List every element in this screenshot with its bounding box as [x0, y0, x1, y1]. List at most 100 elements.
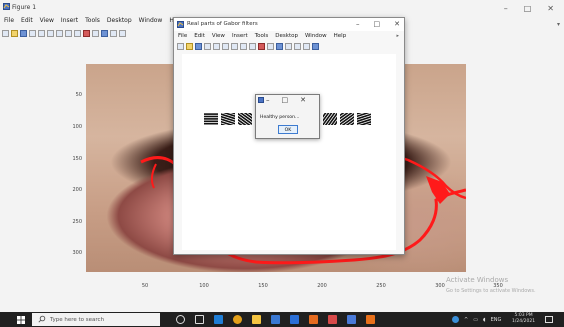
gabor-filter-patch [323, 113, 337, 125]
taskbar-clock[interactable]: 5:03 PM 1/24/2021 [512, 313, 535, 324]
print-icon[interactable] [29, 29, 36, 37]
windows-start-icon[interactable] [17, 316, 25, 324]
search-placeholder: Type here to search [50, 317, 105, 323]
brush-icon[interactable] [267, 43, 274, 50]
chrome-icon[interactable] [233, 315, 242, 324]
rotate-icon[interactable] [74, 29, 81, 37]
show-plot-tools-icon[interactable] [312, 43, 319, 50]
system-tray: ^ ▭ ◖ ENG [452, 316, 501, 323]
menu-insert[interactable]: Insert [232, 33, 248, 39]
message-dialog: – □ ✕ Healthy person... OK [255, 94, 320, 139]
colorbar-icon[interactable] [110, 29, 117, 37]
menu-edit[interactable]: Edit [21, 17, 33, 24]
new-figure-icon[interactable] [177, 43, 184, 50]
edge-icon[interactable] [214, 315, 223, 324]
chevron-up-icon[interactable]: ^ [464, 317, 468, 323]
battery-icon[interactable]: ▭ [473, 317, 478, 323]
menu-help[interactable]: Help [334, 33, 347, 39]
figure-toolbar [2, 28, 126, 38]
data-cursor-icon[interactable] [83, 29, 90, 37]
figure-canvas [182, 54, 396, 250]
pan-icon[interactable] [240, 43, 247, 50]
menu-file[interactable]: File [178, 33, 187, 39]
menu-view[interactable]: View [212, 33, 225, 39]
edit-plot-icon[interactable] [38, 29, 45, 37]
y-tick-label: 150 [72, 156, 82, 162]
colorbar-icon[interactable] [285, 43, 292, 50]
print-icon[interactable] [204, 43, 211, 50]
close-button[interactable]: ✕ [394, 20, 400, 28]
save-icon[interactable] [195, 43, 202, 50]
menu-view[interactable]: View [40, 17, 54, 24]
language-indicator[interactable]: ENG [491, 317, 502, 323]
hide-plot-tools-icon[interactable] [303, 43, 310, 50]
x-tick-label: 50 [141, 283, 149, 289]
menu-window[interactable]: Window [139, 17, 163, 24]
link-plot-icon[interactable] [101, 29, 108, 37]
zoom-in-icon[interactable] [222, 43, 229, 50]
minimize-button[interactable]: – [266, 96, 270, 104]
gabor-filter-patch [340, 113, 354, 125]
legend-icon[interactable] [294, 43, 301, 50]
store-icon[interactable] [271, 315, 280, 324]
legend-icon[interactable] [119, 29, 126, 37]
maximize-button[interactable]: □ [282, 96, 289, 104]
minimize-button[interactable]: – [504, 4, 508, 13]
word-icon[interactable] [290, 315, 299, 324]
volume-icon[interactable]: ◖ [483, 317, 486, 323]
close-button[interactable]: ✕ [300, 96, 306, 104]
open-file-icon[interactable] [11, 29, 18, 37]
zoom-out-icon[interactable] [56, 29, 63, 37]
matlab-figure-icon [177, 21, 184, 28]
y-tick-label: 100 [72, 124, 82, 130]
menu-edit[interactable]: Edit [194, 33, 205, 39]
figure-toolbar [177, 43, 319, 50]
toolbar-expand-icon[interactable]: ▾ [557, 21, 560, 28]
menu-desktop[interactable]: Desktop [107, 17, 132, 24]
task-view-icon[interactable] [195, 315, 204, 324]
toolbar-expand-icon[interactable]: ▸ [396, 33, 399, 39]
app-icon[interactable] [328, 315, 337, 324]
zoom-out-icon[interactable] [231, 43, 238, 50]
gabor-filter-patch [221, 113, 235, 125]
menu-bar: File Edit View Insert Tools Desktop Wind… [178, 33, 346, 39]
activate-windows-hint: Go to Settings to activate Windows. [446, 288, 536, 294]
pan-icon[interactable] [65, 29, 72, 37]
menu-window[interactable]: Window [305, 33, 327, 39]
brush-icon[interactable] [92, 29, 99, 37]
new-figure-icon[interactable] [2, 29, 9, 37]
menu-insert[interactable]: Insert [61, 17, 78, 24]
dialog-message: Healthy person... [260, 115, 300, 120]
maximize-button[interactable]: □ [524, 4, 532, 13]
link-plot-icon[interactable] [276, 43, 283, 50]
notification-icon[interactable] [545, 316, 553, 323]
menu-tools[interactable]: Tools [85, 17, 100, 24]
open-file-icon[interactable] [186, 43, 193, 50]
save-icon[interactable] [20, 29, 27, 37]
menu-tools[interactable]: Tools [255, 33, 269, 39]
network-status-icon[interactable] [452, 316, 459, 323]
gabor-filter-patch [238, 113, 252, 125]
x-tick-label: 100 [199, 283, 209, 289]
y-tick-label: 250 [72, 219, 82, 225]
matlab-figure-icon [258, 97, 264, 103]
menu-file[interactable]: File [4, 17, 14, 24]
file-explorer-icon[interactable] [252, 315, 261, 324]
menu-bar: File Edit View Insert Tools Desktop Wind… [4, 17, 183, 24]
maximize-button[interactable]: □ [374, 20, 381, 28]
menu-desktop[interactable]: Desktop [275, 33, 298, 39]
gabor-filter-patch [204, 113, 218, 125]
photos-icon[interactable] [347, 315, 356, 324]
vlc-icon[interactable] [309, 315, 318, 324]
minimize-button[interactable]: – [356, 20, 360, 28]
close-button[interactable]: ✕ [547, 4, 554, 13]
ok-button[interactable]: OK [278, 125, 298, 134]
data-cursor-icon[interactable] [258, 43, 265, 50]
edit-plot-icon[interactable] [213, 43, 220, 50]
rotate-icon[interactable] [249, 43, 256, 50]
cortana-icon[interactable] [176, 315, 185, 324]
window-controls: – □ ✕ [266, 96, 306, 104]
matlab-icon[interactable] [366, 315, 375, 324]
zoom-in-icon[interactable] [47, 29, 54, 37]
x-tick-label: 200 [317, 283, 327, 289]
